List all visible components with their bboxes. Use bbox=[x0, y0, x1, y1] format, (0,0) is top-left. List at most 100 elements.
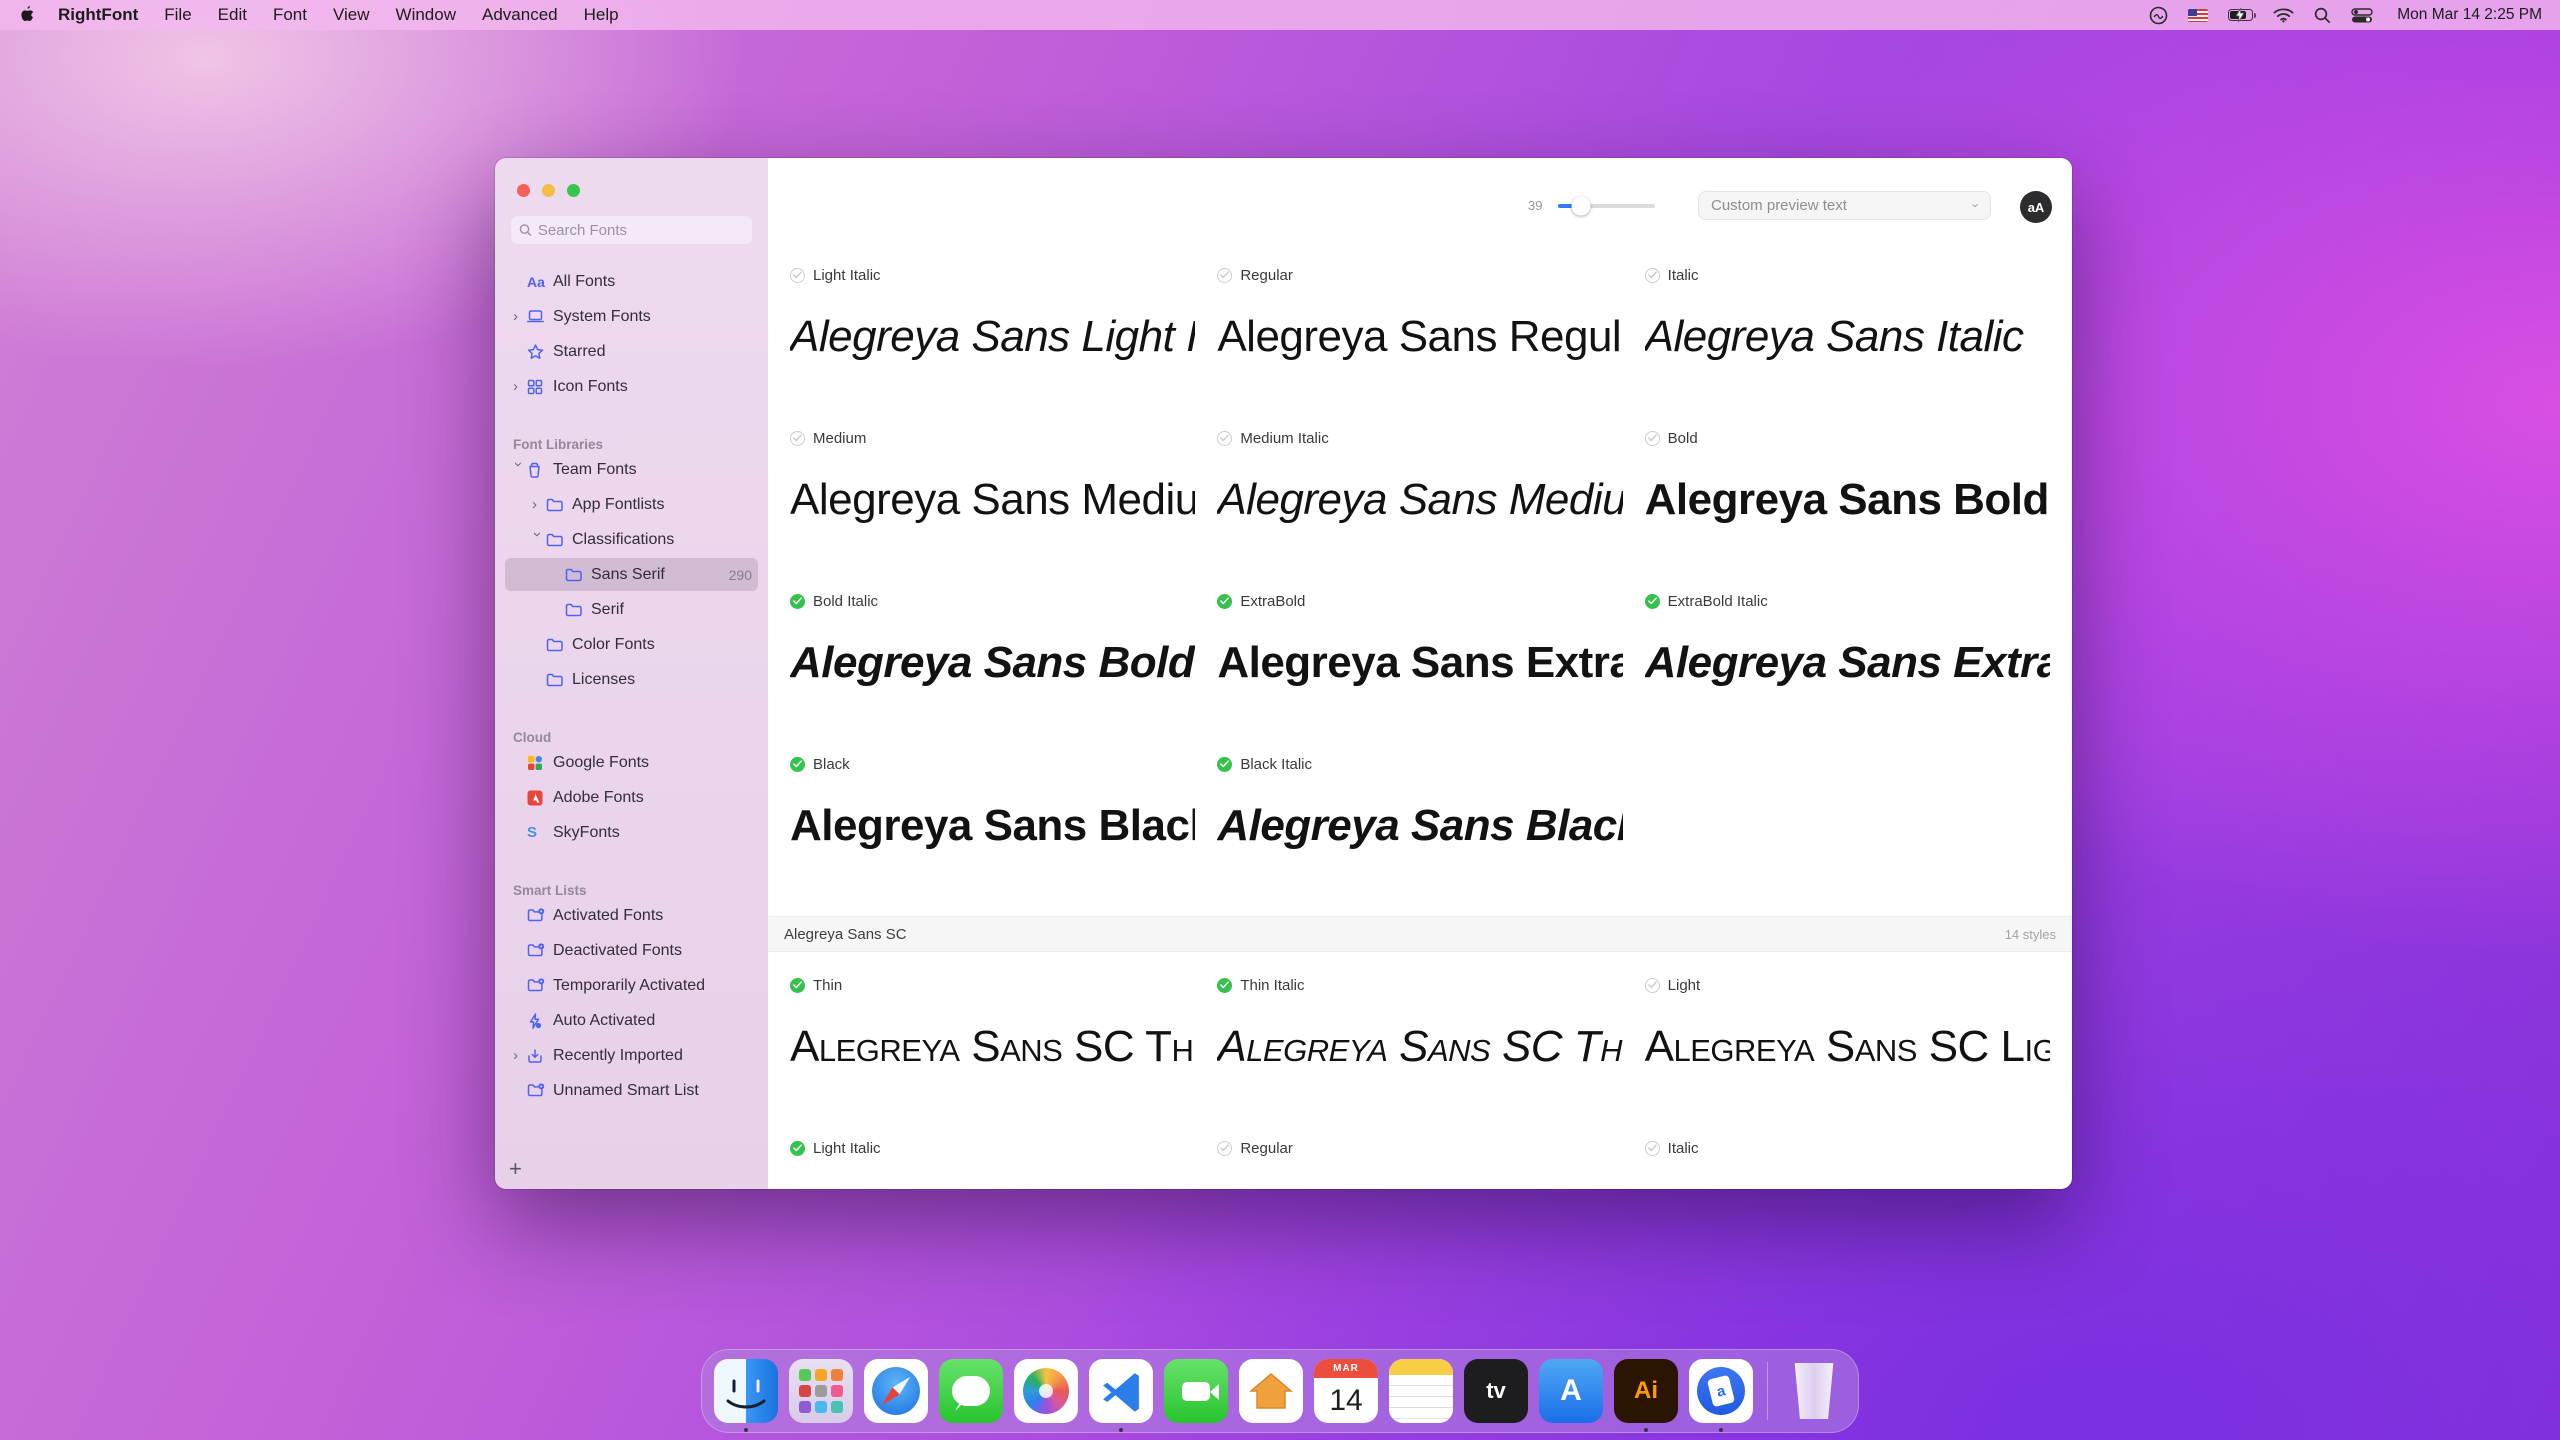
inactive-check-icon[interactable] bbox=[790, 430, 805, 446]
activated-check-icon[interactable] bbox=[1217, 756, 1233, 772]
menu-item-font[interactable]: Font bbox=[273, 5, 307, 24]
activated-check-icon[interactable] bbox=[790, 756, 805, 772]
font-style-cell[interactable]: ExtraBold Italic Alegreya Sans ExtraBold … bbox=[1644, 580, 2050, 743]
sidebar-item-icon-fonts[interactable]: › Icon Fonts bbox=[495, 369, 768, 404]
sidebar-item-licenses[interactable]: Licenses bbox=[495, 662, 768, 697]
activated-check-icon[interactable] bbox=[1644, 593, 1660, 609]
font-style-cell[interactable]: Bold Italic Alegreya Sans Bold Italic bbox=[790, 580, 1195, 743]
activated-check-icon[interactable] bbox=[1217, 977, 1233, 993]
sidebar-item-starred[interactable]: Starred bbox=[495, 334, 768, 369]
close-window-button[interactable] bbox=[517, 184, 530, 197]
font-style-cell[interactable]: Thin Alegreya Sans SC Thin bbox=[790, 964, 1195, 1127]
chevron-right-icon[interactable]: › bbox=[513, 378, 527, 395]
dock-item-trash[interactable] bbox=[1782, 1359, 1846, 1423]
inactive-check-icon[interactable] bbox=[1644, 267, 1660, 283]
font-style-cell[interactable]: Medium Italic Alegreya Sans Medium Italic bbox=[1217, 417, 1623, 580]
font-style-cell[interactable]: ExtraBold Alegreya Sans ExtraBold bbox=[1217, 580, 1623, 743]
dock-item-facetime[interactable] bbox=[1164, 1359, 1228, 1423]
font-style-cell[interactable]: Medium Alegreya Sans Medium bbox=[790, 417, 1195, 580]
spotlight-search-icon[interactable] bbox=[2314, 7, 2331, 24]
sidebar-item-activated-fonts[interactable]: Activated Fonts bbox=[495, 898, 768, 933]
dock-item-illustrator[interactable]: Ai bbox=[1614, 1359, 1678, 1432]
activated-check-icon[interactable] bbox=[790, 1140, 805, 1156]
font-style-cell[interactable]: Italic bbox=[1644, 1127, 2050, 1189]
inactive-check-icon[interactable] bbox=[1644, 977, 1660, 993]
font-style-cell[interactable]: Italic Alegreya Sans Italic bbox=[1644, 254, 2050, 417]
active-app-name[interactable]: RightFont bbox=[58, 5, 138, 25]
menu-item-edit[interactable]: Edit bbox=[218, 5, 247, 24]
battery-charging-icon[interactable] bbox=[2228, 7, 2257, 23]
menu-item-help[interactable]: Help bbox=[584, 5, 619, 24]
sidebar-item-app-fontlists[interactable]: › App Fontlists bbox=[495, 487, 768, 522]
sidebar-item-color-fonts[interactable]: Color Fonts bbox=[495, 627, 768, 662]
sidebar-item-temporarily-activated[interactable]: Temporarily Activated bbox=[495, 968, 768, 1003]
menu-item-advanced[interactable]: Advanced bbox=[482, 5, 558, 24]
inactive-check-icon[interactable] bbox=[1644, 1140, 1660, 1156]
dock-item-appstore[interactable]: A bbox=[1539, 1359, 1603, 1423]
font-family-header[interactable]: Alegreya Sans SC 14 styles bbox=[768, 916, 2072, 952]
apple-menu-icon[interactable] bbox=[18, 6, 36, 24]
search-field[interactable] bbox=[511, 216, 752, 244]
activated-check-icon[interactable] bbox=[790, 977, 805, 993]
chevron-down-icon[interactable]: › bbox=[510, 462, 527, 476]
dock-item-messages[interactable] bbox=[939, 1359, 1003, 1423]
creative-cloud-icon[interactable] bbox=[2149, 6, 2168, 25]
chevron-right-icon[interactable]: › bbox=[513, 1047, 527, 1064]
slider-thumb[interactable] bbox=[1571, 196, 1591, 216]
sidebar-item-recently-imported[interactable]: › Recently Imported bbox=[495, 1038, 768, 1073]
font-style-cell[interactable]: Bold Alegreya Sans Bold bbox=[1644, 417, 2050, 580]
sidebar-item-system-fonts[interactable]: › System Fonts bbox=[495, 299, 768, 334]
font-size-slider[interactable] bbox=[1558, 196, 1655, 216]
sidebar-item-sans-serif[interactable]: Sans Serif 290 bbox=[495, 557, 768, 592]
inactive-check-icon[interactable] bbox=[1644, 430, 1660, 446]
preview-text-dropdown[interactable]: Custom preview text › bbox=[1698, 191, 1991, 220]
chevron-right-icon[interactable]: › bbox=[513, 308, 527, 325]
chevron-down-icon[interactable]: › bbox=[529, 532, 546, 546]
dock-item-safari[interactable] bbox=[864, 1359, 928, 1423]
font-style-cell[interactable]: Black Italic Alegreya Sans Black Italic bbox=[1217, 743, 1623, 906]
minimize-window-button[interactable] bbox=[542, 184, 555, 197]
sidebar-item-deactivated-fonts[interactable]: Deactivated Fonts bbox=[495, 933, 768, 968]
dock-item-appletv[interactable]: tv bbox=[1464, 1359, 1528, 1423]
dock-item-photos[interactable] bbox=[1014, 1359, 1078, 1423]
dock-item-finder[interactable] bbox=[714, 1359, 778, 1432]
inactive-check-icon[interactable] bbox=[1217, 1140, 1233, 1156]
font-style-cell[interactable]: Light Italic Alegreya Sans Light Italic bbox=[790, 254, 1195, 417]
dock-item-home[interactable] bbox=[1239, 1359, 1303, 1423]
sidebar-item-classifications[interactable]: › Classifications bbox=[495, 522, 768, 557]
inactive-check-icon[interactable] bbox=[790, 267, 805, 283]
dock-item-calendar[interactable]: MAR 14 bbox=[1314, 1359, 1378, 1423]
control-center-icon[interactable] bbox=[2351, 7, 2373, 23]
search-input[interactable] bbox=[537, 221, 744, 239]
inactive-check-icon[interactable] bbox=[1217, 430, 1233, 446]
font-style-cell[interactable]: Thin Italic Alegreya Sans SC Thin Italic bbox=[1217, 964, 1623, 1127]
activated-check-icon[interactable] bbox=[790, 593, 805, 609]
text-options-button[interactable]: aA bbox=[2020, 191, 2052, 223]
sidebar-item-auto-activated[interactable]: Auto Activated bbox=[495, 1003, 768, 1038]
menu-item-file[interactable]: File bbox=[164, 5, 191, 24]
menu-item-window[interactable]: Window bbox=[396, 5, 456, 24]
activated-check-icon[interactable] bbox=[1217, 593, 1233, 609]
dock-item-rightfont[interactable]: a bbox=[1689, 1359, 1753, 1432]
inactive-check-icon[interactable] bbox=[1217, 267, 1233, 283]
chevron-right-icon[interactable]: › bbox=[532, 496, 546, 513]
menu-item-view[interactable]: View bbox=[333, 5, 370, 24]
sidebar-item-serif[interactable]: Serif bbox=[495, 592, 768, 627]
font-style-cell[interactable]: Black Alegreya Sans Black bbox=[790, 743, 1195, 906]
sidebar-item-unnamed-smart-list[interactable]: Unnamed Smart List bbox=[495, 1073, 768, 1108]
add-list-button[interactable]: + bbox=[509, 1158, 522, 1180]
sidebar-item-skyfonts[interactable]: S SkyFonts bbox=[495, 815, 768, 850]
dock-item-vscode[interactable] bbox=[1089, 1359, 1153, 1432]
sidebar-item-adobe-fonts[interactable]: Adobe Fonts bbox=[495, 780, 768, 815]
font-style-cell[interactable]: Light Italic bbox=[790, 1127, 1195, 1189]
sidebar-item-google-fonts[interactable]: Google Fonts bbox=[495, 745, 768, 780]
sidebar-item-team-fonts[interactable]: › Team Fonts bbox=[495, 452, 768, 487]
input-source-flag-icon[interactable] bbox=[2188, 8, 2209, 22]
wifi-icon[interactable] bbox=[2273, 7, 2294, 23]
menubar-clock[interactable]: Mon Mar 14 2:25 PM bbox=[2397, 6, 2542, 24]
zoom-window-button[interactable] bbox=[567, 184, 580, 197]
font-style-cell[interactable]: Regular bbox=[1217, 1127, 1622, 1189]
font-style-cell[interactable]: Regular Alegreya Sans Regular bbox=[1217, 254, 1623, 417]
dock-item-launchpad[interactable] bbox=[789, 1359, 853, 1423]
sidebar-item-all-fonts[interactable]: Aa All Fonts bbox=[495, 264, 768, 299]
